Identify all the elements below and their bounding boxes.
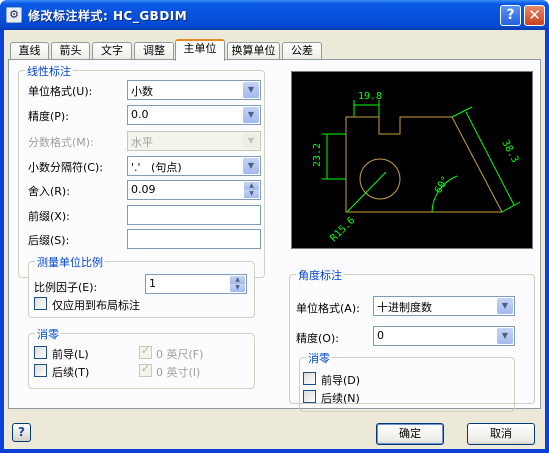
tab-lines[interactable]: 直线	[10, 42, 49, 60]
chevron-down-icon[interactable]: ▼	[243, 158, 259, 174]
help-button[interactable]: ?	[12, 423, 31, 442]
leading-zero-checkbox[interactable]	[34, 346, 47, 359]
leader-radius	[346, 171, 387, 213]
angular-unit-format-value: 十进制度数	[377, 301, 432, 314]
zero-inches-checkbox[interactable]	[139, 362, 152, 377]
round-off-label: 舍入(R):	[28, 185, 70, 198]
dim-text-top: 19.8	[358, 91, 382, 102]
layout-only-checkbox[interactable]	[34, 297, 47, 310]
round-off-spinner[interactable]: 0.09 ▲ ▼	[127, 180, 261, 200]
app-icon: ⚙	[6, 7, 22, 23]
preview-drawing: 19.8 23.2 38.3 60° R15.6	[312, 91, 521, 244]
dim-text-right: 38.3	[499, 138, 520, 164]
zero-feet-checkbox[interactable]	[139, 344, 152, 359]
tab-tolerances[interactable]: 公差	[282, 42, 322, 60]
precision-label: 精度(P):	[28, 110, 69, 123]
dim-text-left: 23.2	[312, 143, 323, 167]
spin-down-icon[interactable]: ▼	[244, 190, 259, 198]
angular-precision-label: 精度(O):	[296, 332, 339, 345]
dimension-preview: 19.8 23.2 38.3 60° R15.6	[291, 71, 533, 249]
tab-text[interactable]: 文字	[92, 42, 132, 60]
tab-primary-units[interactable]: 主单位	[175, 39, 225, 61]
angular-leading-zero-checkbox[interactable]	[303, 372, 316, 385]
suffix-input[interactable]	[127, 229, 261, 249]
leading-zero-label: 前导(L)	[52, 348, 89, 361]
unit-format-select[interactable]: 小数 ▼	[127, 80, 261, 100]
spin-up-icon[interactable]: ▲	[244, 182, 259, 190]
tab-fit[interactable]: 调整	[134, 42, 174, 60]
ext-line-right-bottom	[501, 201, 521, 213]
dim-line-right	[465, 111, 515, 206]
tab-alternate-units[interactable]: 换算单位	[227, 42, 280, 60]
ok-button[interactable]: 确定	[376, 423, 444, 445]
close-button[interactable]: ✕	[524, 5, 545, 26]
precision-select[interactable]: 0.0 ▼	[127, 105, 261, 125]
fraction-format-select[interactable]: 水平 ▼	[127, 131, 261, 151]
angular-trailing-zero-label: 后续(N)	[321, 392, 360, 405]
chevron-down-icon[interactable]: ▼	[497, 298, 513, 314]
angular-leading-zero-label: 前导(D)	[321, 374, 361, 387]
dialog-window: ⚙ 修改标注样式: HC_GBDIM ? ✕ 直线 箭头 文字 调整 主单位 换…	[0, 0, 549, 453]
layout-only-label: 仅应用到布局标注	[52, 299, 140, 312]
decimal-separator-select[interactable]: '.' (句点) ▼	[127, 156, 261, 176]
ext-line-right-top	[451, 106, 473, 118]
angular-unit-format-label: 单位格式(A):	[296, 302, 360, 315]
unit-format-value: 小数	[131, 85, 153, 98]
dim-text-radius: R15.6	[328, 215, 357, 244]
decimal-separator-value: '.' (句点)	[131, 161, 182, 174]
scale-factor-spinner[interactable]: 1 ▲ ▼	[145, 274, 247, 294]
spin-down-icon[interactable]: ▼	[230, 284, 245, 292]
title-help-button[interactable]: ?	[500, 5, 521, 26]
unit-format-label: 单位格式(U):	[28, 85, 93, 98]
tab-panel-primary-units: 线性标注 单位格式(U): 小数 ▼ 精度(P): 0.0 ▼ 分数格式(M):…	[8, 59, 541, 412]
cancel-button[interactable]: 取消	[467, 423, 535, 445]
prefix-input[interactable]	[127, 205, 261, 225]
dialog-client: 直线 箭头 文字 调整 主单位 换算单位 公差 线性标注 单位格式(U): 小数…	[4, 30, 545, 449]
scale-factor-value: 1	[149, 277, 156, 290]
zero-inches-label: 0 英寸(I)	[156, 366, 201, 379]
scale-factor-spin-buttons[interactable]: ▲ ▼	[230, 276, 245, 292]
dim-text-angle: 60°	[433, 174, 452, 195]
measurement-scale-title: 测量单位比例	[35, 254, 105, 270]
decimal-separator-label: 小数分隔符(C):	[28, 161, 103, 174]
angular-trailing-zero-checkbox[interactable]	[303, 390, 316, 403]
angular-precision-select[interactable]: 0 ▼	[373, 326, 515, 346]
chevron-down-icon[interactable]: ▼	[243, 82, 259, 98]
chevron-down-icon[interactable]: ▼	[497, 328, 513, 344]
spin-up-icon[interactable]: ▲	[230, 276, 245, 284]
angular-precision-value: 0	[377, 329, 384, 342]
precision-value: 0.0	[131, 108, 149, 121]
scale-factor-label: 比例因子(E):	[34, 281, 98, 294]
round-off-value: 0.09	[131, 183, 156, 196]
angular-unit-format-select[interactable]: 十进制度数 ▼	[373, 296, 515, 316]
zero-suppression-angular-title: 消零	[306, 350, 332, 366]
trailing-zero-label: 后续(T)	[52, 366, 90, 379]
title-bar[interactable]: ⚙ 修改标注样式: HC_GBDIM ? ✕	[0, 0, 549, 30]
prefix-label: 前缀(X):	[28, 210, 70, 223]
angular-dimensions-title: 角度标注	[296, 267, 344, 283]
round-off-spin-buttons[interactable]: ▲ ▼	[244, 182, 259, 198]
fraction-format-label: 分数格式(M):	[28, 136, 94, 149]
linear-dimensions-title: 线性标注	[25, 63, 73, 79]
part-outline	[345, 116, 503, 213]
chevron-down-icon[interactable]: ▼	[243, 107, 259, 123]
zero-feet-label: 0 英尺(F)	[156, 348, 204, 361]
zero-suppression-linear-title: 消零	[35, 326, 61, 342]
tab-arrows[interactable]: 箭头	[51, 42, 90, 60]
window-title: 修改标注样式: HC_GBDIM	[28, 9, 188, 23]
fraction-format-value: 水平	[131, 136, 153, 149]
suffix-label: 后缀(S):	[28, 234, 70, 247]
trailing-zero-checkbox[interactable]	[34, 364, 47, 377]
chevron-down-icon[interactable]: ▼	[243, 133, 259, 149]
